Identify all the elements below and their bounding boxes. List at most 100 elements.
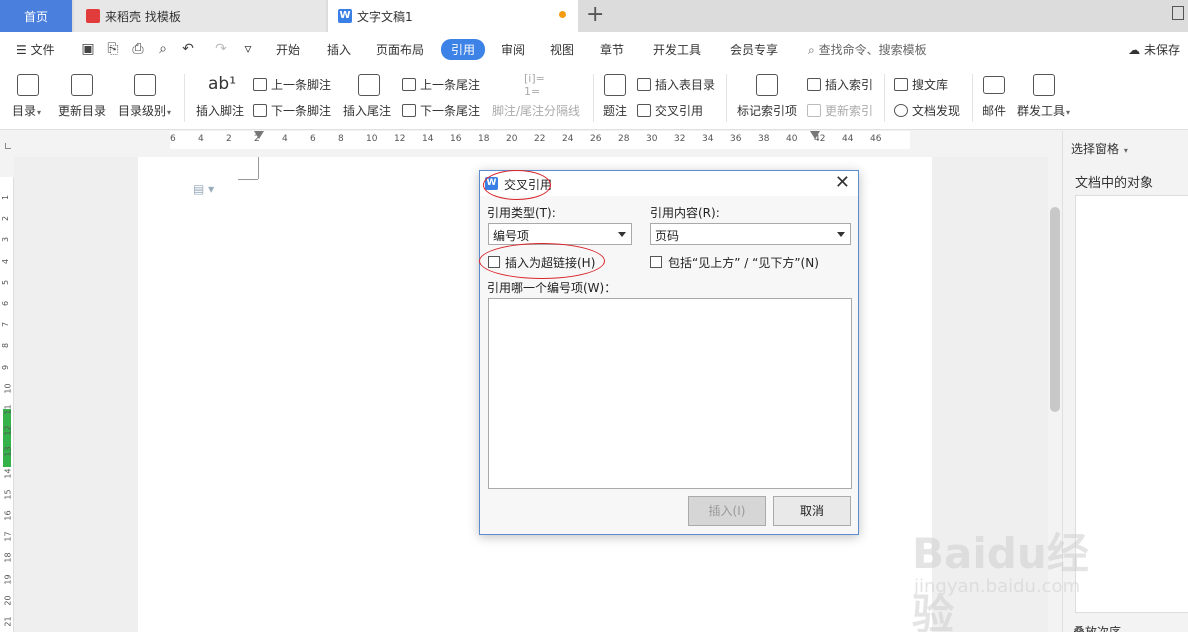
- right-indent-marker-icon[interactable]: [810, 131, 820, 139]
- ruler-tick-label: 19: [3, 574, 13, 585]
- next-footnote-button[interactable]: 下一条脚注: [253, 102, 331, 119]
- toc-button[interactable]: 目录▾: [12, 102, 41, 119]
- redo-icon[interactable]: ↷: [213, 41, 229, 57]
- update-toc-button[interactable]: 更新目录: [58, 102, 106, 119]
- mass-send-icon: [1033, 74, 1055, 96]
- compass-icon: [894, 104, 908, 117]
- cancel-button[interactable]: 取消: [773, 496, 851, 526]
- figures-table-icon: [637, 78, 651, 91]
- ruler-tick-label: 32: [674, 134, 686, 144]
- insert-endnote-button[interactable]: 插入尾注: [343, 102, 391, 119]
- include-above-below-label[interactable]: 包括“见上方” / “见下方”(N): [668, 254, 819, 271]
- insert-index-button[interactable]: 插入索引: [807, 76, 873, 93]
- tab-daoke[interactable]: 来稻壳 找模板: [74, 0, 326, 32]
- insert-button[interactable]: 插入(I): [688, 496, 766, 526]
- tab-view[interactable]: 视图: [550, 41, 574, 58]
- ruler-tick-label: 10: [3, 383, 13, 394]
- selection-pane-caret-icon: ▾: [1123, 146, 1128, 155]
- tab-start[interactable]: 开始: [276, 41, 300, 58]
- mail-icon: [983, 76, 1005, 94]
- ruler-tick-label: 6: [1, 300, 11, 307]
- insert-figures-table-button[interactable]: 插入表目录: [637, 76, 715, 93]
- command-search[interactable]: ⌕ 查找命令、搜索模板: [808, 41, 927, 58]
- ruler-tick-label: 28: [618, 134, 630, 144]
- watermark-url: jingyan.baidu.com: [914, 576, 1081, 597]
- tab-review[interactable]: 审阅: [501, 41, 525, 58]
- file-menu-label: 文件: [30, 43, 55, 57]
- mass-tools-button[interactable]: 群发工具▾: [1017, 102, 1070, 119]
- print-preview-icon[interactable]: ⌕: [155, 41, 171, 57]
- update-index-button[interactable]: 更新索引: [807, 102, 873, 119]
- prev-footnote-icon: [253, 78, 267, 91]
- caption-icon: [604, 74, 626, 96]
- save-status[interactable]: ☁ 未保存: [1128, 41, 1180, 58]
- horizontal-ruler: 6 4 2 2 4 6 8 10 12 14 16 18 20 22 24 26 28 30 32 34 36 38 40 4…: [0, 131, 1062, 157]
- next-footnote-icon: [253, 104, 267, 117]
- ruler-scale[interactable]: 6 4 2 2 4 6 8 10 12 14 16 18 20 22 24 26 28 30 32 34 36 38 40 4…: [170, 131, 910, 149]
- file-menu[interactable]: ☰ 文件: [16, 41, 55, 58]
- mark-index-entry-button[interactable]: 标记索引项: [737, 102, 797, 119]
- tab-reference[interactable]: 引用: [441, 39, 486, 60]
- search-library-button[interactable]: 搜文库: [894, 76, 948, 93]
- ruler-tick-label: 8: [338, 134, 344, 144]
- cross-reference-label: 交叉引用: [655, 104, 704, 118]
- tab-insert[interactable]: 插入: [327, 41, 351, 58]
- command-search-placeholder: 查找命令、搜索模板: [818, 43, 927, 57]
- indent-marker-icon[interactable]: [254, 131, 264, 139]
- chevron-down-icon: [618, 232, 626, 237]
- ribbon-divider: [593, 74, 594, 122]
- ruler-tick-label: 7: [1, 322, 11, 328]
- ruler-tick-label: 1: [1, 194, 11, 201]
- next-endnote-button[interactable]: 下一条尾注: [402, 102, 480, 119]
- ruler-tick-label: 12: [3, 425, 13, 436]
- library-icon: [894, 78, 908, 91]
- ref-content-label: 引用内容(R):: [650, 206, 720, 220]
- cross-reference-button[interactable]: 交叉引用: [637, 102, 703, 119]
- note-separator-button[interactable]: 脚注/尾注分隔线: [492, 102, 580, 119]
- doc-discovery-button[interactable]: 文档发现: [894, 102, 960, 119]
- ruler-tick-label: 2: [1, 216, 11, 222]
- tab-section[interactable]: 章节: [600, 41, 624, 58]
- highlight-ellipse-title: [483, 170, 551, 200]
- toc-icon: [17, 74, 39, 96]
- ruler-tick-label: 10: [366, 134, 378, 144]
- tab-bar: 首页 来稻壳 找模板 W 文字文稿1 +: [0, 0, 1188, 32]
- numbered-items-list[interactable]: [488, 298, 852, 489]
- tab-document[interactable]: W 文字文稿1: [328, 0, 578, 32]
- include-above-below-checkbox[interactable]: [650, 256, 662, 268]
- insert-footnote-button[interactable]: 插入脚注: [196, 102, 244, 119]
- toc-level-caret-icon: ▾: [167, 108, 172, 117]
- customize-toolbar-chevron-icon[interactable]: ▿: [240, 41, 256, 57]
- ruler-position-marker: [3, 409, 11, 467]
- selection-pane-title[interactable]: 选择窗格 ▾: [1071, 140, 1128, 157]
- close-icon[interactable]: ✕: [835, 172, 850, 193]
- new-tab-plus-icon[interactable]: +: [586, 2, 604, 27]
- caption-button[interactable]: 题注: [603, 102, 627, 119]
- ruler-tick-label: 46: [870, 134, 882, 144]
- save-icon[interactable]: ▣: [80, 41, 96, 57]
- tab-developer[interactable]: 开发工具: [653, 41, 701, 58]
- tab-page-layout[interactable]: 页面布局: [376, 41, 424, 58]
- tab-home[interactable]: 首页: [0, 0, 72, 32]
- ruler-tick-label: 4: [282, 134, 288, 144]
- tab-member[interactable]: 会员专享: [730, 41, 778, 58]
- scrollbar-thumb[interactable]: [1050, 207, 1060, 412]
- paragraph-options-icon[interactable]: ▤ ▾: [193, 182, 214, 196]
- window-restore-icon[interactable]: [1172, 6, 1184, 20]
- vertical-ruler: 1 2 3 4 5 6 7 8 9 10 11 12 13 14 15 16 17 18 19 20 21: [0, 177, 14, 632]
- export-pdf-icon[interactable]: ⎘: [105, 41, 121, 57]
- ref-content-select[interactable]: 页码: [650, 223, 851, 245]
- footnote-ab-icon: ab¹: [208, 74, 237, 94]
- insert-figures-table-label: 插入表目录: [655, 78, 716, 92]
- print-icon[interactable]: ⎙: [130, 41, 146, 57]
- mail-button[interactable]: 邮件: [982, 102, 1006, 119]
- toc-level-label: 目录级别: [118, 104, 167, 118]
- ref-type-select[interactable]: 编号项: [488, 223, 632, 245]
- toc-level-button[interactable]: 目录级别▾: [118, 102, 171, 119]
- ruler-tick-label: 5: [1, 279, 11, 285]
- prev-endnote-button[interactable]: 上一条尾注: [402, 76, 480, 93]
- insert-index-icon: [807, 78, 821, 91]
- prev-footnote-button[interactable]: 上一条脚注: [253, 76, 331, 93]
- undo-icon[interactable]: ↶: [180, 41, 196, 57]
- reference-ribbon: 目录▾ 更新目录 目录级别▾ ab¹ 插入脚注 上一条脚注 下一条脚注 插入尾注…: [0, 66, 1188, 130]
